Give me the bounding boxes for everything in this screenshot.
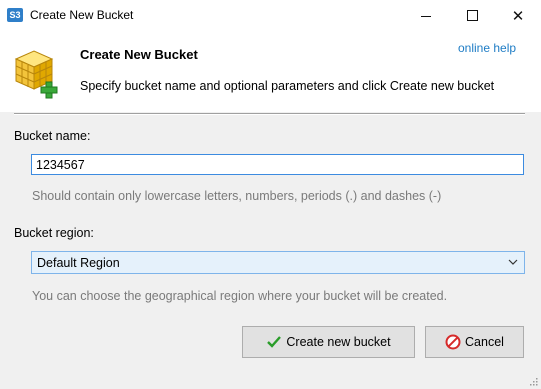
bucket-region-value: Default Region <box>37 256 120 270</box>
dialog-header: Create New Bucket Specify bucket name an… <box>0 31 541 110</box>
cancel-icon <box>445 334 461 350</box>
maximize-button[interactable] <box>449 0 495 31</box>
bucket-name-label: Bucket name: <box>14 129 91 143</box>
resize-grip-icon[interactable] <box>528 376 538 386</box>
window-title: Create New Bucket <box>30 8 134 22</box>
close-button[interactable]: ✕ <box>495 0 541 31</box>
header-title: Create New Bucket <box>80 47 198 62</box>
bucket-region-label: Bucket region: <box>14 226 94 240</box>
app-icon: S3 <box>7 8 23 22</box>
header-description: Specify bucket name and optional paramet… <box>80 79 495 93</box>
title-bar: S3 Create New Bucket ✕ <box>0 0 541 32</box>
header-divider <box>14 113 525 115</box>
minimize-button[interactable] <box>403 0 449 31</box>
minimize-icon <box>421 16 431 17</box>
online-help-link[interactable]: online help <box>458 41 516 55</box>
maximize-icon <box>466 10 478 21</box>
bucket-name-hint: Should contain only lowercase letters, n… <box>32 189 442 203</box>
create-bucket-button[interactable]: Create new bucket <box>242 326 415 358</box>
bucket-add-icon <box>14 50 58 99</box>
bucket-region-hint: You can choose the geographical region w… <box>32 289 448 303</box>
bucket-name-input[interactable] <box>31 154 524 175</box>
cancel-button[interactable]: Cancel <box>425 326 524 358</box>
cancel-label: Cancel <box>465 335 504 349</box>
close-icon: ✕ <box>511 7 525 25</box>
bucket-region-select[interactable]: Default Region <box>31 251 525 274</box>
create-bucket-label: Create new bucket <box>286 335 391 349</box>
checkmark-icon <box>267 336 282 348</box>
chevron-down-icon <box>508 259 518 265</box>
